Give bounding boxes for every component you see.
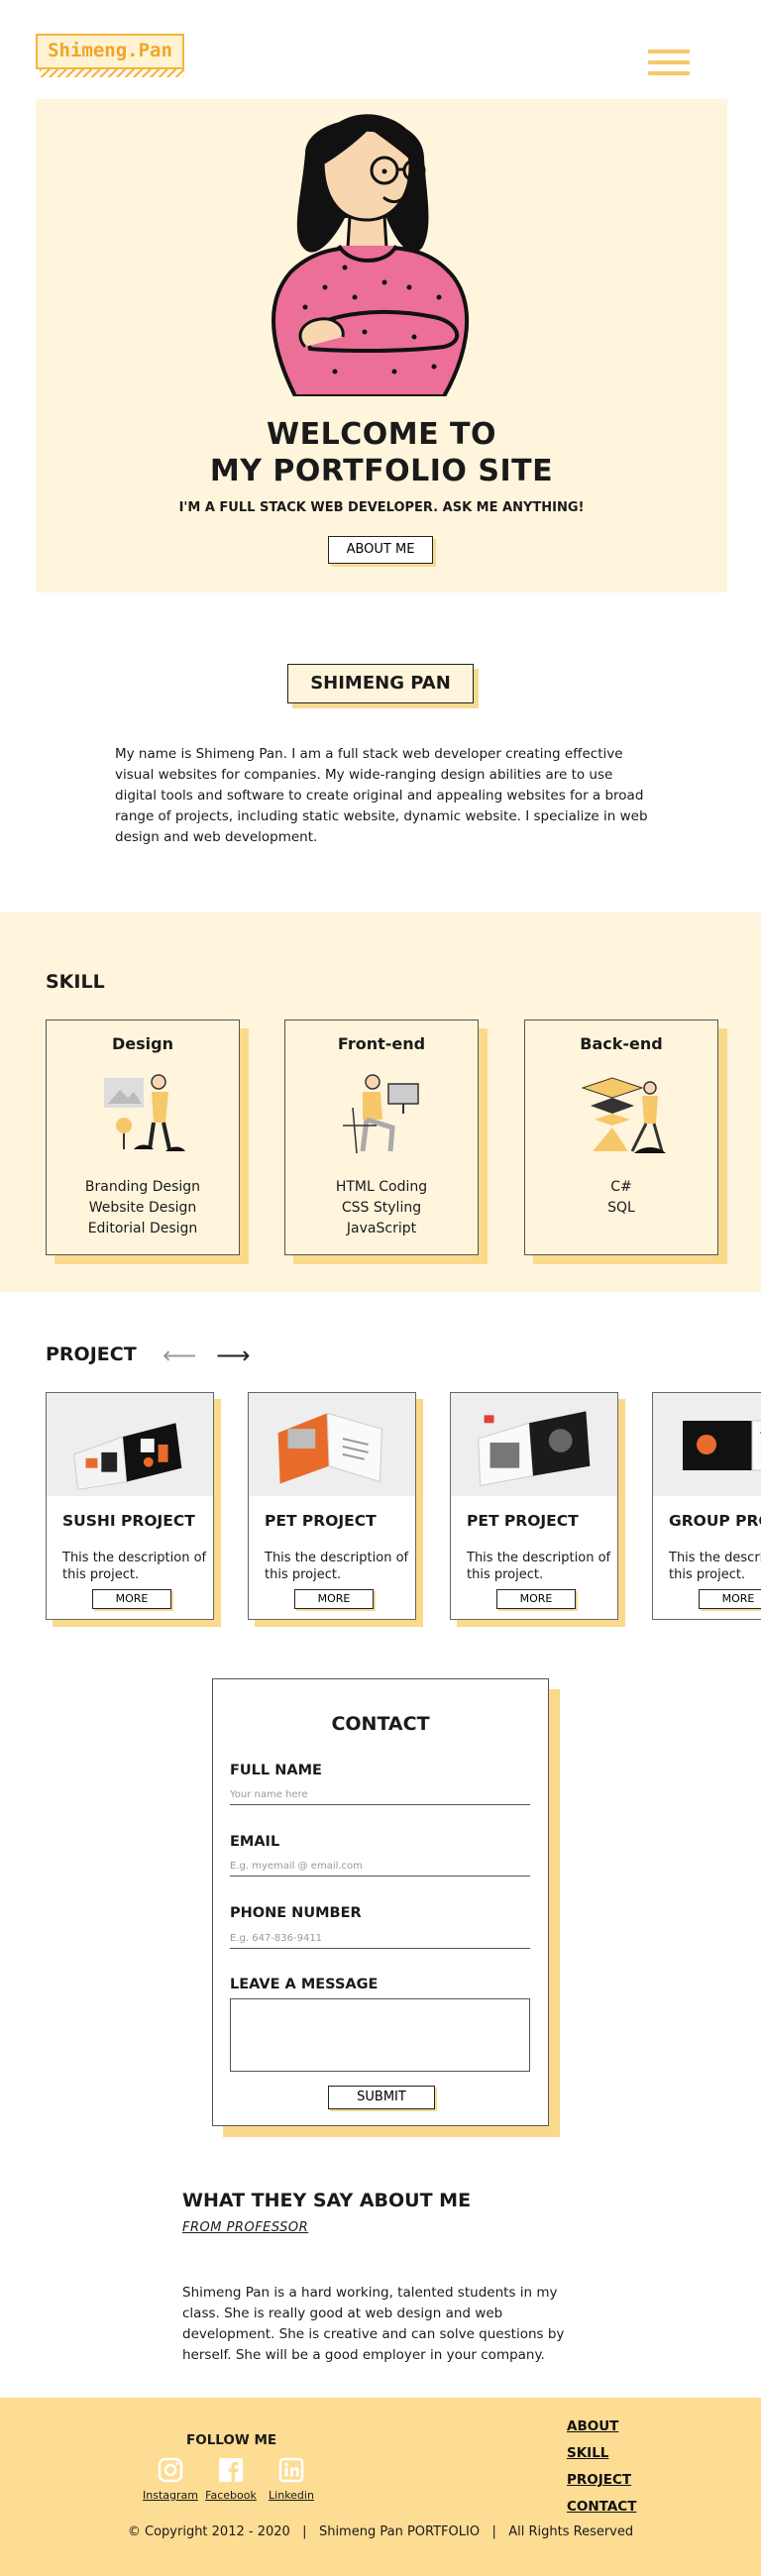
footer-link-about[interactable]: ABOUT — [567, 2418, 636, 2434]
more-button[interactable]: MORE — [699, 1589, 761, 1609]
site-logo[interactable]: Shimeng.Pan — [36, 34, 186, 77]
bio-text: My name is Shimeng Pan. I am a full stac… — [115, 746, 648, 845]
instagram-link[interactable]: Instagram — [143, 2457, 198, 2502]
facebook-icon — [219, 2458, 243, 2482]
phone-input[interactable] — [230, 1929, 530, 1949]
contact-form: CONTACT FULL NAME EMAIL PHONE NUMBER LEA… — [212, 1678, 549, 2126]
skill-list: Branding Design Website Design Editorial… — [47, 1177, 239, 1239]
pet-project-image — [249, 1393, 415, 1496]
about-me-button[interactable]: ABOUT ME — [328, 536, 433, 564]
project-card-description: This the description of this project. — [467, 1551, 611, 1582]
testimonial-title: WHAT THEY SAY ABOUT ME — [182, 2190, 472, 2211]
project-card[interactable]: PET PROJECT This the description of this… — [248, 1392, 416, 1620]
hero-title-line1: WELCOME TO — [267, 417, 496, 452]
message-textarea[interactable] — [230, 1998, 530, 2072]
submit-button[interactable]: SUBMIT — [328, 2086, 435, 2109]
testimonial-text: Shimeng Pan is a hard working, talented … — [182, 2285, 565, 2363]
project-card-title: PET PROJECT — [265, 1512, 377, 1530]
facebook-link[interactable]: Facebook — [203, 2457, 259, 2502]
skill-item: SQL — [607, 1200, 635, 1216]
hamburger-line — [648, 50, 690, 54]
full-name-input[interactable] — [230, 1785, 530, 1805]
logo-stripes — [40, 69, 184, 77]
project-card-description: This the description of this project. — [62, 1551, 207, 1582]
testimonial-source: FROM PROFESSOR — [182, 2220, 309, 2235]
skill-item: HTML Coding — [335, 1179, 428, 1195]
hero-title-line2: MY PORTFOLIO SITE — [209, 454, 554, 488]
full-name-label: FULL NAME — [230, 1763, 322, 1778]
skill-card-frontend: Front-end HTML Coding CSS Styling JavaSc… — [284, 1020, 479, 1255]
hamburger-line — [648, 60, 690, 64]
skill-title: SKILL — [46, 971, 105, 993]
linkedin-link[interactable]: Linkedin — [264, 2457, 319, 2502]
skill-list: HTML Coding CSS Styling JavaScript — [285, 1177, 478, 1239]
copyright-text: © Copyright 2012 - 2020 | Shimeng Pan PO… — [127, 2524, 634, 2539]
skill-item: Branding Design — [84, 1179, 201, 1195]
skill-card-design: Design Branding Design Website Design Ed… — [46, 1020, 240, 1255]
hero-subtitle: I'M A FULL STACK WEB DEVELOPER. ASK ME A… — [178, 500, 585, 515]
sushi-project-image — [47, 1393, 213, 1496]
more-button[interactable]: MORE — [294, 1589, 374, 1609]
project-title: PROJECT — [46, 1343, 137, 1365]
instagram-label: Instagram — [143, 2489, 198, 2502]
skill-card-title: Front-end — [337, 1034, 426, 1053]
design-illustration — [104, 1074, 185, 1151]
email-input[interactable] — [230, 1857, 530, 1877]
name-heading: SHIMENG PAN — [287, 664, 474, 703]
project-card-description: This the description of this project. — [669, 1551, 761, 1582]
project-card-description: This the description of this project. — [265, 1551, 409, 1582]
project-card-title: SUSHI PROJECT — [62, 1512, 195, 1530]
project-card[interactable]: SUSHI PROJECT This the description of th… — [46, 1392, 214, 1620]
skill-card-title: Design — [112, 1034, 173, 1053]
more-button[interactable]: MORE — [92, 1589, 171, 1609]
linkedin-label: Linkedin — [269, 2489, 314, 2502]
more-button[interactable]: MORE — [496, 1589, 576, 1609]
message-label: LEAVE A MESSAGE — [230, 1977, 379, 1992]
facebook-label: Facebook — [205, 2489, 257, 2502]
contact-title: CONTACT — [331, 1713, 430, 1735]
footer-nav: ABOUT SKILL PROJECT CONTACT — [567, 2418, 636, 2525]
skill-item: Website Design — [88, 1200, 197, 1216]
arrow-right-icon[interactable]: ⟶ — [216, 1343, 250, 1367]
footer — [0, 2398, 761, 2576]
frontend-illustration — [343, 1074, 419, 1154]
skill-item: JavaScript — [346, 1221, 417, 1236]
hamburger-icon[interactable] — [648, 50, 690, 79]
email-label: EMAIL — [230, 1834, 280, 1850]
skill-card-title: Back-end — [580, 1034, 663, 1053]
skill-item: Editorial Design — [87, 1221, 198, 1236]
project-card-title: GROUP PROJECT — [669, 1512, 761, 1530]
skill-list: C# SQL — [525, 1177, 717, 1219]
hamburger-line — [648, 71, 690, 75]
instagram-icon — [158, 2457, 183, 2483]
skill-item: C# — [610, 1179, 632, 1195]
skill-item: CSS Styling — [341, 1200, 422, 1216]
girl-illustration — [272, 114, 469, 396]
pet-project-image — [451, 1393, 617, 1496]
logo-text: Shimeng.Pan — [48, 40, 172, 61]
footer-link-project[interactable]: PROJECT — [567, 2472, 636, 2488]
arrow-left-icon[interactable]: ⟵ — [163, 1343, 196, 1367]
group-project-image — [653, 1393, 761, 1496]
footer-link-contact[interactable]: CONTACT — [567, 2499, 636, 2515]
skill-card-backend: Back-end C# SQL — [524, 1020, 718, 1255]
hero-title: WELCOME TO MY PORTFOLIO SITE — [36, 416, 727, 489]
project-card[interactable]: GROUP PROJECT This the description of th… — [652, 1392, 761, 1620]
footer-link-skill[interactable]: SKILL — [567, 2445, 636, 2461]
project-card-title: PET PROJECT — [467, 1512, 579, 1530]
phone-label: PHONE NUMBER — [230, 1905, 362, 1921]
project-card[interactable]: PET PROJECT This the description of this… — [450, 1392, 618, 1620]
follow-me-label: FOLLOW ME — [186, 2432, 277, 2448]
linkedin-icon — [278, 2457, 304, 2483]
backend-illustration — [581, 1077, 666, 1153]
